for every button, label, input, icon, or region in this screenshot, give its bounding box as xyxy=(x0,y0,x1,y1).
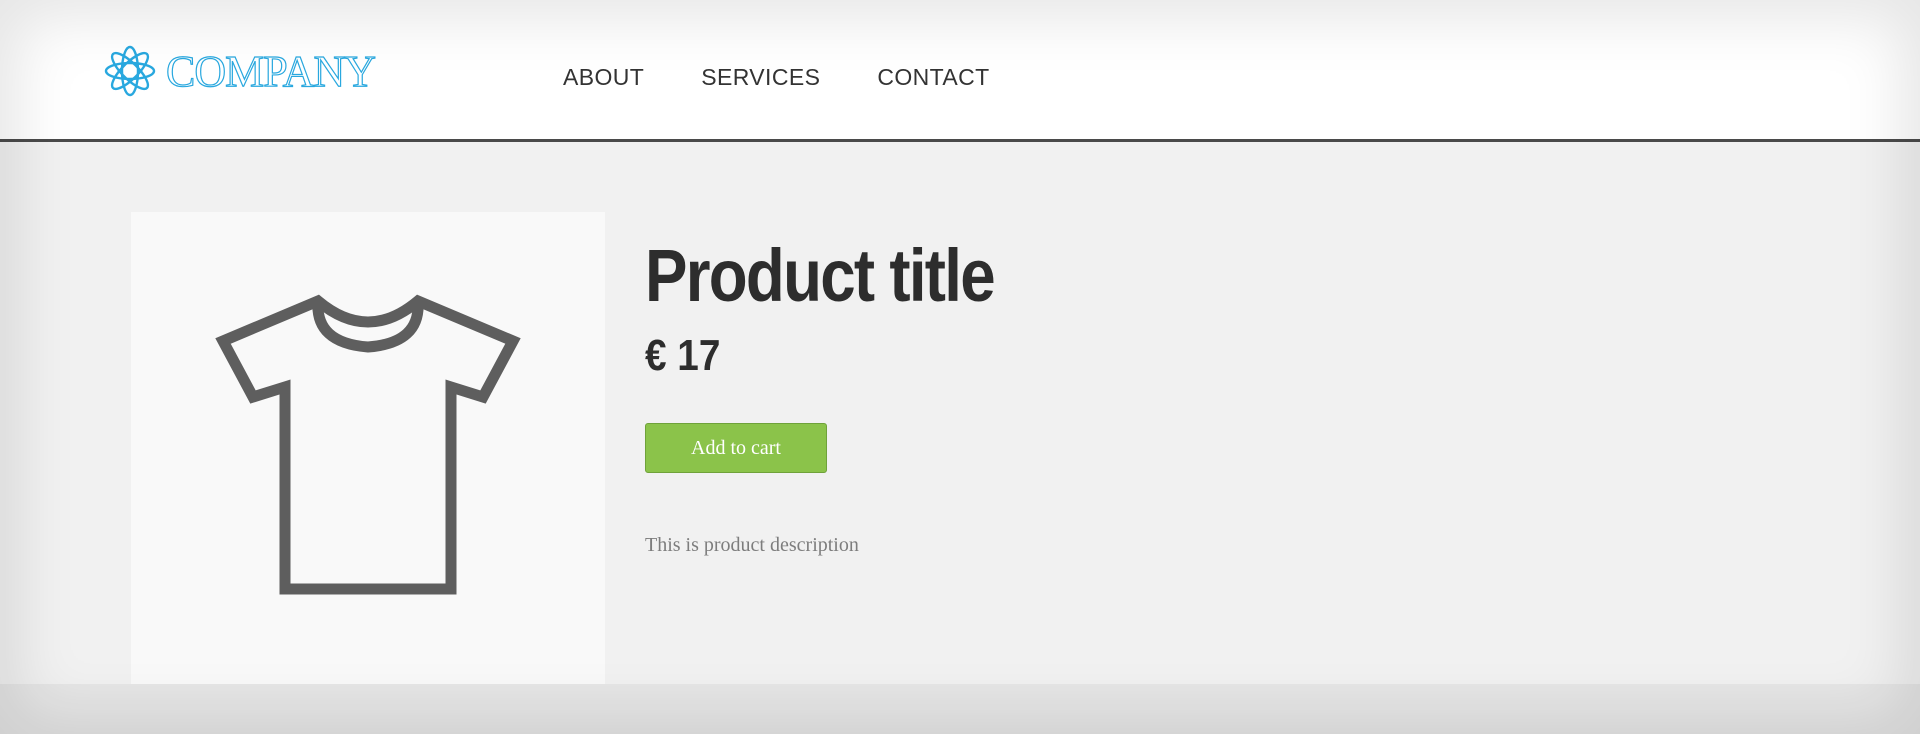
company-logo[interactable]: COMPANY xyxy=(98,38,377,104)
flower-logo-icon xyxy=(104,45,156,97)
product-info: Product title € 17 Add to cart This is p… xyxy=(645,232,1051,556)
main-nav: ABOUT SERVICES CONTACT xyxy=(563,62,1047,92)
logo-wordmark: COMPANY xyxy=(165,47,376,96)
product-title: Product title xyxy=(645,234,996,317)
add-to-cart-button[interactable]: Add to cart xyxy=(645,423,827,473)
product-description: This is product description xyxy=(645,534,859,556)
footer-band xyxy=(0,684,1920,734)
product-price: € 17 xyxy=(645,331,721,380)
page: COMPANY ABOUT SERVICES CONTACT Product t… xyxy=(0,0,1920,734)
nav-link-services[interactable]: SERVICES xyxy=(701,62,820,92)
site-header: COMPANY ABOUT SERVICES CONTACT xyxy=(0,0,1920,142)
nav-link-about[interactable]: ABOUT xyxy=(563,62,644,92)
nav-link-contact[interactable]: CONTACT xyxy=(877,62,989,92)
t-shirt-icon xyxy=(215,294,521,595)
product-image xyxy=(131,212,605,684)
